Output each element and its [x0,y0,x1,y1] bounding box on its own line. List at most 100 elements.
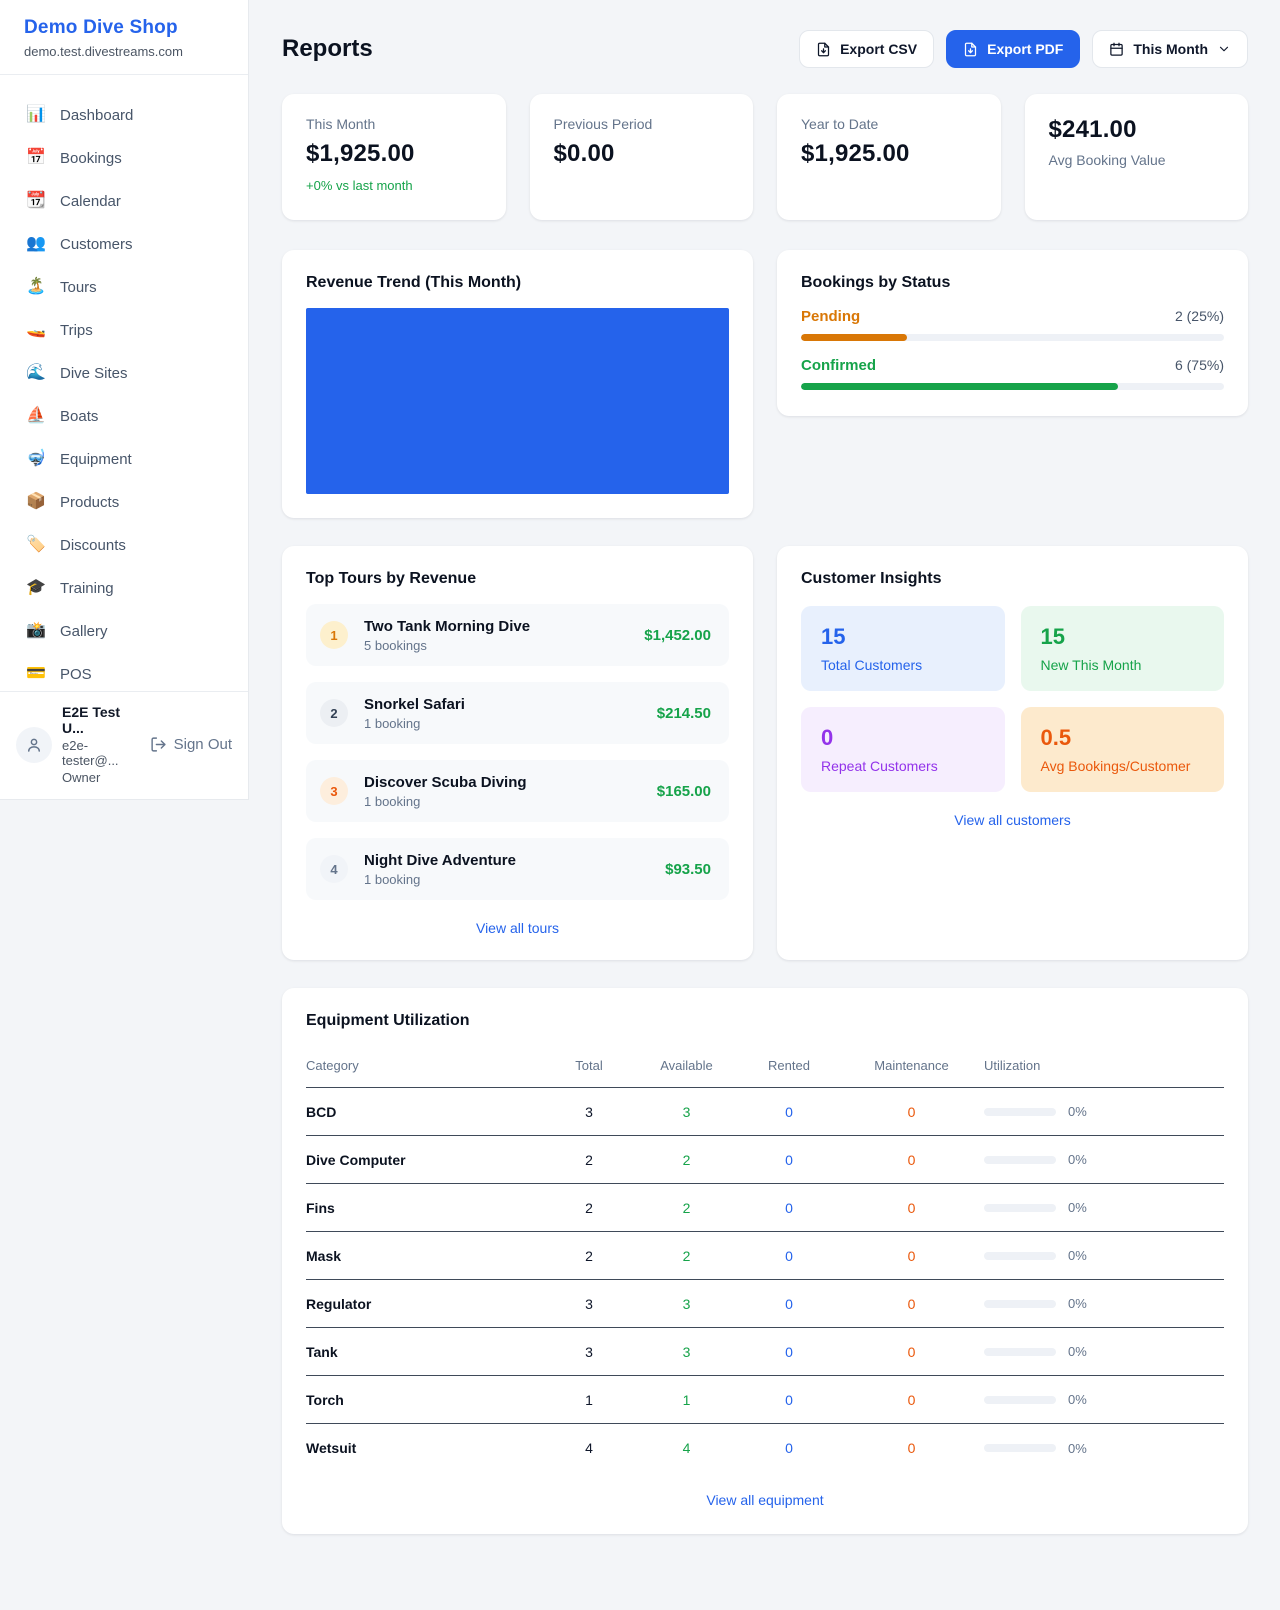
stats-row: This Month$1,925.00+0% vs last monthPrev… [282,94,1248,220]
sidebar-item-label: Products [60,494,119,511]
sign-out-button[interactable]: Sign Out [150,736,234,753]
utilization-cell: 0% [984,1392,1224,1407]
view-all-equipment-link[interactable]: View all equipment [306,1492,1224,1508]
mid-row: Top Tours by Revenue 1Two Tank Morning D… [282,546,1248,960]
utilization-cell: 0% [984,1248,1224,1263]
tours-icon: 🏝️ [26,279,46,295]
equipment-icon: 🤿 [26,451,46,467]
stat-label: Avg Booking Value [1049,152,1225,168]
sidebar-item-boats[interactable]: ⛵Boats [10,398,238,434]
stat-value: $1,925.00 [801,140,977,168]
tour-bookings: 1 booking [364,794,641,809]
maintenance-cell: 0 [839,1152,984,1168]
available-cell: 2 [634,1200,739,1216]
utilization-cell: 0% [984,1344,1224,1359]
category-cell: Fins [306,1200,544,1216]
sidebar-item-tours[interactable]: 🏝️ Tours [10,269,238,305]
sidebar-item-label: Tours [60,279,97,296]
sign-out-icon [150,736,167,753]
utilization-percent: 0% [1068,1441,1087,1456]
stat-card-year-to-date: Year to Date$1,925.00 [777,94,1001,220]
tour-row-snorkel-safari[interactable]: 2Snorkel Safari1 booking$214.50 [306,682,729,744]
equipment-utilization-card: Equipment Utilization CategoryTotalAvail… [282,988,1248,1534]
utilization-bar-track [984,1156,1056,1164]
products-icon: 📦 [26,494,46,510]
sidebar-item-gallery[interactable]: 📸 Gallery [10,613,238,649]
equipment-table: CategoryTotalAvailableRentedMaintenanceU… [306,1044,1224,1472]
table-row-bcd: BCD33000% [306,1088,1224,1136]
export-pdf-button[interactable]: Export PDF [946,30,1080,68]
rank-badge: 1 [320,621,348,649]
utilization-cell: 0% [984,1200,1224,1215]
rented-cell: 0 [739,1296,839,1312]
insight-value: 0.5 [1041,725,1205,751]
export-csv-button[interactable]: Export CSV [799,30,934,68]
rented-cell: 0 [739,1104,839,1120]
sidebar-item-label: POS [60,666,92,683]
view-all-tours-link[interactable]: View all tours [306,920,729,936]
sidebar-item-equipment[interactable]: 🤿Equipment [10,441,238,477]
period-selector[interactable]: This Month [1092,30,1248,68]
sidebar-item-training[interactable]: 🎓Training [10,570,238,606]
insight-tile-total-customers: 15Total Customers [801,606,1005,691]
sidebar-item-bookings[interactable]: 📅Bookings [10,140,238,176]
tour-row-discover-scuba-diving[interactable]: 3Discover Scuba Diving1 booking$165.00 [306,760,729,822]
tour-info: Discover Scuba Diving 1 booking [364,774,641,809]
tour-revenue: $214.50 [657,705,711,722]
maintenance-cell: 0 [839,1344,984,1360]
shop-name[interactable]: Demo Dive Shop [24,17,224,39]
sidebar-item-trips[interactable]: 🚤Trips [10,312,238,348]
insight-label: Repeat Customers [821,758,985,774]
tour-row-night-dive-adventure[interactable]: 4Night Dive Adventure1 booking$93.50 [306,838,729,900]
top-tours-title: Top Tours by Revenue [306,570,729,588]
calendar-icon: 📆 [26,193,46,209]
insight-tile-avg-bookings-customer: 0.5 Avg Bookings/Customer [1021,707,1225,792]
sidebar-item-discounts[interactable]: 🏷️Discounts [10,527,238,563]
status-row-pending: Pending2 (25%) [801,308,1224,341]
utilization-bar-track [984,1204,1056,1212]
sign-out-label: Sign Out [174,736,232,753]
stat-change: +0% vs last month [306,178,482,193]
tour-name: Discover Scuba Diving [364,774,641,791]
utilization-bar-track [984,1300,1056,1308]
available-cell: 2 [634,1152,739,1168]
status-label: Confirmed [801,357,876,374]
sidebar-item-products[interactable]: 📦 Products [10,484,238,520]
view-all-customers-link[interactable]: View all customers [801,812,1224,828]
trips-icon: 🚤 [26,322,46,338]
gallery-icon: 📸 [26,623,46,639]
insight-tile-new-this-month: 15New This Month [1021,606,1225,691]
status-label: Pending [801,308,860,325]
insight-label: New This Month [1041,657,1205,673]
sidebar-item-dive-sites[interactable]: 🌊Dive Sites [10,355,238,391]
rank-badge: 4 [320,855,348,883]
utilization-percent: 0% [1068,1200,1087,1215]
sidebar-item-calendar[interactable]: 📆Calendar [10,183,238,219]
top-tours-card: Top Tours by Revenue 1Two Tank Morning D… [282,546,753,960]
export-csv-label: Export CSV [840,41,917,57]
sidebar-item-customers[interactable]: 👥Customers [10,226,238,262]
sidebar-item-label: Boats [60,408,98,425]
insight-label: Avg Bookings/Customer [1041,758,1205,774]
available-cell: 3 [634,1104,739,1120]
tour-row-two-tank-morning-dive[interactable]: 1Two Tank Morning Dive5 bookings$1,452.0… [306,604,729,666]
sidebar-item-pos[interactable]: 💳POS [10,656,238,692]
status-progress-fill [801,383,1118,390]
utilization-cell: 0% [984,1104,1224,1119]
sidebar-item-label: Gallery [60,623,108,640]
rented-cell: 0 [739,1344,839,1360]
maintenance-cell: 0 [839,1104,984,1120]
utilization-bar-track [984,1444,1056,1452]
total-cell: 2 [544,1248,634,1264]
utilization-bar-track [984,1396,1056,1404]
sidebar-item-dashboard[interactable]: 📊Dashboard [10,97,238,133]
total-cell: 1 [544,1392,634,1408]
table-row-tank: Tank33000% [306,1328,1224,1376]
stat-card-this-month: This Month$1,925.00+0% vs last month [282,94,506,220]
utilization-percent: 0% [1068,1152,1087,1167]
file-export-icon [963,42,978,57]
utilization-cell: 0% [984,1296,1224,1311]
customer-insights-card: Customer Insights 15Total Customers15New… [777,546,1248,960]
export-pdf-label: Export PDF [987,41,1063,57]
user-role: Owner [62,770,140,785]
